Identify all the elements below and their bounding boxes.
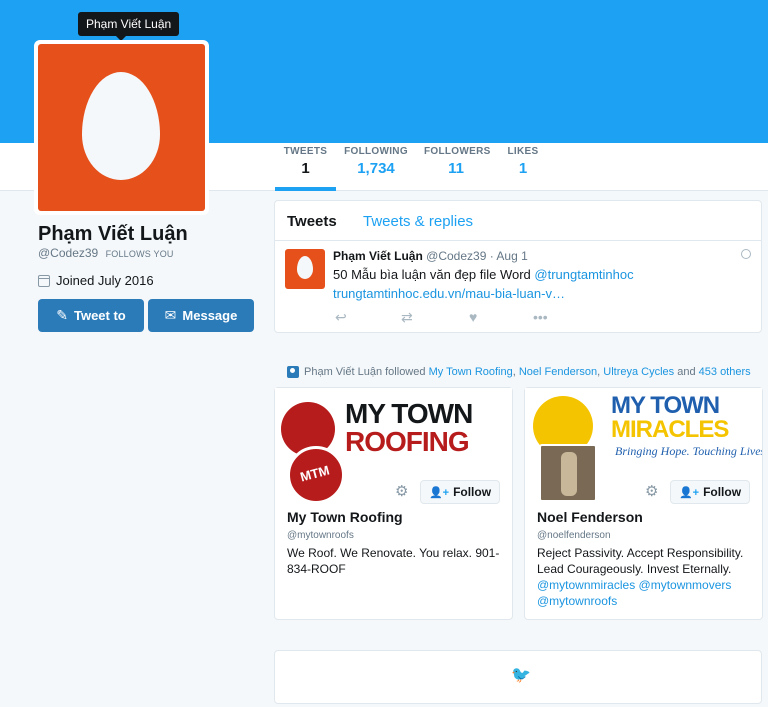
user-card-handle[interactable]: @noelfenderson [537,530,611,541]
follow-note-user1[interactable]: My Town Roofing [429,366,513,378]
user-card-name[interactable]: My Town Roofing [287,509,403,525]
profile-handle-row: @Codez39 FOLLOWS YOU [38,246,174,260]
followed-activity-note: Phạm Viết Luận followed My Town Roofing,… [287,366,751,378]
timeline-tabs: Tweets Tweets & replies [275,201,761,241]
bird-icon: 🐦 [511,667,531,684]
message-label: Message [182,308,238,323]
name-tooltip: Phạm Viết Luận [78,12,180,41]
follow-plus-icon: 👤+ [428,486,450,499]
banner-line2: ROOFING [345,426,470,457]
follow-label: Follow [703,485,742,499]
follow-label: Follow [453,485,492,499]
follow-note-sep1: , [512,366,516,378]
joined-text: Joined July 2016 [56,273,154,288]
reply-icon[interactable]: ↩ [335,309,347,326]
profile-handle[interactable]: @Codez39 [38,246,98,260]
follows-you-badge: FOLLOWS YOU [105,249,174,259]
user-icon [287,366,299,378]
profile-avatar[interactable] [34,40,209,215]
stat-likes[interactable]: LIKES 1 [503,146,543,177]
tweet-body: 50 Mẫu bìa luận văn đẹp file Word [333,267,531,282]
globe-icon [741,249,751,259]
follow-note-sep2: , [597,366,601,378]
stat-likes-label: LIKES [507,146,539,157]
stat-tweets-value: 1 [301,160,310,177]
follow-note-prefix: Phạm Viết Luận followed [304,366,426,378]
stat-followers-value: 11 [448,160,464,177]
stat-tweets[interactable]: TWEETS 1 [275,146,336,177]
user-card[interactable]: MY TOWN MIRACLES Bringing Hope. Touching… [524,387,763,620]
stat-tweets-label: TWEETS [283,146,328,157]
tweet-link[interactable]: trungtamtinhoc.edu.vn/mau-bia-luan-v… [333,286,565,301]
tweet-avatar[interactable] [285,249,325,289]
tweet-header: Phạm Viết Luận @Codez39 · Aug 1 [333,249,528,263]
tweet-author-name[interactable]: Phạm Viết Luận [333,249,423,263]
stat-following-label: FOLLOWING [344,146,408,157]
like-icon[interactable]: ♥ [469,309,477,325]
follow-plus-icon: 👤+ [678,486,700,499]
stat-likes-value: 1 [518,160,528,177]
user-card-bio-links[interactable]: @mytownmiracles @mytownmovers @mytownroo… [537,578,731,608]
stat-followers-label: FOLLOWERS [424,146,491,157]
banner-tagline: Bringing Hope. Touching Lives. [615,444,762,458]
user-card-bio: We Roof. We Renovate. You relax. 901-834… [287,546,500,576]
follow-note-user2[interactable]: Noel Fenderson [519,366,597,378]
calendar-icon [38,274,50,287]
tweet-date[interactable]: Aug 1 [496,249,527,263]
user-card-name[interactable]: Noel Fenderson [537,509,643,525]
message-button[interactable]: ✉ Message [148,299,254,332]
follow-button[interactable]: 👤+ Follow [420,480,500,504]
profile-name[interactable]: Phạm Viết Luận [38,223,188,246]
user-card-bio: Reject Passivity. Accept Responsibility.… [537,545,757,609]
user-card-handle[interactable]: @mytownroofs [287,530,354,541]
tweet-mention[interactable]: @trungtamtinhoc [534,267,633,282]
stat-followers[interactable]: FOLLOWERS 11 [424,146,491,177]
banner-line1: MY TOWN [345,398,473,429]
gear-icon[interactable]: ⚙ [645,482,658,500]
stat-following[interactable]: FOLLOWING 1,734 [344,146,408,177]
tweet-separator: · [489,249,494,263]
user-card-avatar[interactable] [539,444,597,502]
tweet-text: 50 Mẫu bìa luận văn đẹp file Word @trung… [333,265,653,303]
banner-line2: MIRACLES [611,416,729,443]
retweet-icon[interactable]: ⇄ [401,309,413,326]
follow-button[interactable]: 👤+ Follow [670,480,750,504]
joined-date: Joined July 2016 [38,273,154,288]
compose-icon: ✎ [56,307,68,323]
egg-icon [82,72,160,180]
user-card-avatar[interactable] [287,446,345,504]
tweet-to-button[interactable]: ✎ Tweet to [38,299,144,332]
tab-tweets-replies[interactable]: Tweets & replies [363,213,473,230]
follow-note-user3[interactable]: Ultreya Cycles [603,366,674,378]
follow-note-and: and [677,366,696,378]
user-card-bio-text: Reject Passivity. Accept Responsibility.… [537,546,744,576]
timeline-card: Tweets Tweets & replies Phạm Viết Luận @… [274,200,762,333]
timeline-end-card: 🐦 [274,650,762,704]
user-card[interactable]: MY TOWN ROOFING ⚙ 👤+ Follow My Town Roof… [274,387,513,620]
stat-following-value: 1,734 [357,160,395,177]
tweet-author-handle[interactable]: @Codez39 [426,249,486,263]
follow-note-others[interactable]: 453 others [699,366,751,378]
active-stat-underline [275,187,336,191]
tab-tweets[interactable]: Tweets [287,213,337,230]
message-icon: ✉ [164,307,177,323]
tweet-to-label: Tweet to [73,308,126,323]
avatar-image [38,44,205,211]
gear-icon[interactable]: ⚙ [395,482,408,500]
more-icon[interactable]: ••• [533,309,548,325]
